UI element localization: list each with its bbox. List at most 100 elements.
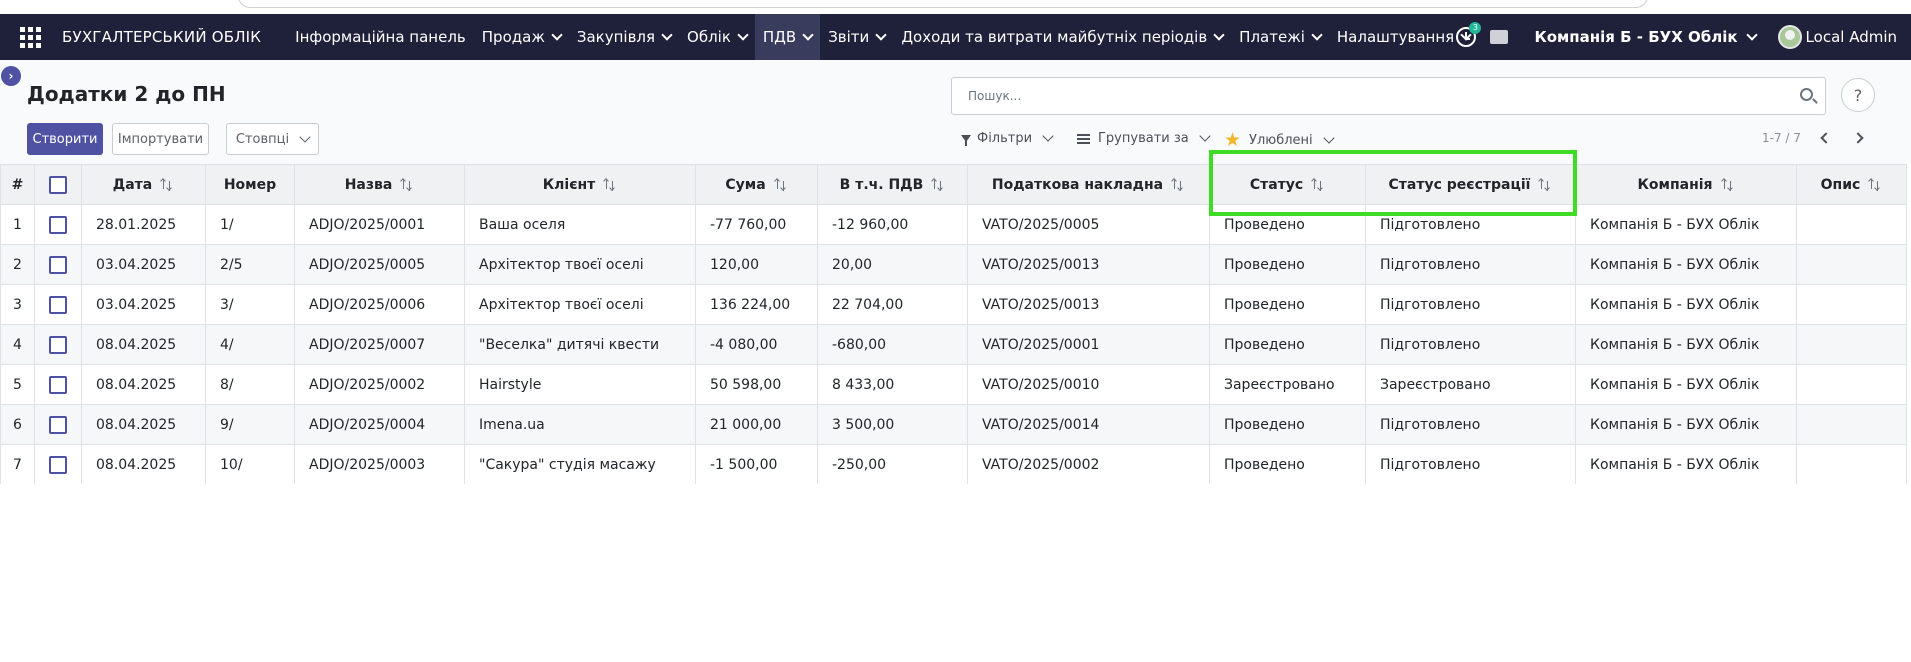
table-cell[interactable]: 28.01.2025 xyxy=(81,204,206,245)
row-checkbox-cell[interactable] xyxy=(34,204,82,245)
column-header[interactable]: Сума xyxy=(695,164,818,205)
table-cell[interactable]: -77 760,00 xyxy=(695,204,818,245)
table-cell[interactable]: 3 500,00 xyxy=(817,404,968,445)
menu-item[interactable]: Продаж xyxy=(474,14,569,60)
table-cell[interactable]: ADJO/2025/0005 xyxy=(294,244,465,285)
table-cell[interactable]: 136 224,00 xyxy=(695,284,818,325)
table-cell[interactable]: Hairstyle xyxy=(464,364,696,405)
row-checkbox-cell[interactable] xyxy=(34,284,82,325)
pager-value[interactable]: 1-7 / 7 xyxy=(1762,131,1801,145)
table-cell[interactable]: 10/ xyxy=(205,444,295,485)
table-row[interactable]: 2 03.04.2025 2/5 ADJO/2025/0005 Архітектор т… xyxy=(0,244,1907,285)
clock-icon[interactable]: 3 xyxy=(1456,22,1482,47)
table-cell[interactable]: Архітектор твоєї оселі xyxy=(464,244,696,285)
table-cell[interactable] xyxy=(1796,204,1907,245)
row-checkbox[interactable] xyxy=(49,215,67,234)
table-cell[interactable]: 9/ xyxy=(205,404,295,445)
table-cell[interactable]: VATO/2025/0002 xyxy=(967,444,1210,485)
row-checkbox-cell[interactable] xyxy=(34,404,82,445)
sort-icon[interactable] xyxy=(160,177,174,191)
help-button[interactable]: ? xyxy=(1841,78,1875,112)
table-cell[interactable]: ADJO/2025/0004 xyxy=(294,404,465,445)
table-cell[interactable]: 6 xyxy=(0,404,35,445)
menu-item[interactable]: Звіти xyxy=(820,14,893,60)
columns-button[interactable]: Стовпці xyxy=(226,123,319,155)
column-header[interactable]: В т.ч. ПДВ xyxy=(817,164,968,205)
row-checkbox-cell[interactable] xyxy=(34,444,82,485)
table-cell[interactable]: -4 080,00 xyxy=(695,324,818,365)
table-cell[interactable]: 1/ xyxy=(205,204,295,245)
table-cell[interactable]: Проведено xyxy=(1209,324,1366,365)
table-cell[interactable]: Підготовлено xyxy=(1365,444,1576,485)
table-cell[interactable]: VATO/2025/0014 xyxy=(967,404,1210,445)
column-header[interactable]: Статус реєстрації xyxy=(1365,164,1576,205)
apps-grid-icon[interactable] xyxy=(0,14,60,60)
table-cell[interactable]: 120,00 xyxy=(695,244,818,285)
table-cell[interactable]: -680,00 xyxy=(817,324,968,365)
table-cell[interactable]: ADJO/2025/0002 xyxy=(294,364,465,405)
table-row[interactable]: 4 08.04.2025 4/ADJO/2025/0007 "Веселка" дит… xyxy=(0,324,1907,365)
chevron-left-icon[interactable] xyxy=(1820,132,1832,144)
table-cell[interactable] xyxy=(1796,444,1907,485)
table-cell[interactable]: VATO/2025/0010 xyxy=(967,364,1210,405)
column-header[interactable]: Податкова накладна xyxy=(967,164,1210,205)
chevron-right-icon[interactable] xyxy=(1852,132,1864,144)
table-cell[interactable]: 4 xyxy=(0,324,35,365)
table-cell[interactable]: Компанія Б - БУХ Облік xyxy=(1575,284,1797,325)
table-cell[interactable]: 2/5 xyxy=(205,244,295,285)
avatar-icon[interactable] xyxy=(1777,25,1802,49)
table-cell[interactable]: Підготовлено xyxy=(1365,244,1576,285)
table-row[interactable]: 6 08.04.2025 9/ADJO/2025/0004 Imena.ua 21 00… xyxy=(0,404,1907,445)
app-brand[interactable]: БУХГАЛТЕРСЬКИЙ ОБЛІК xyxy=(62,28,261,46)
table-cell[interactable]: 3 xyxy=(0,284,35,325)
table-row[interactable]: 1 28.01.2025 1/ADJO/2025/0001 Ваша оселя -77… xyxy=(0,204,1907,245)
table-cell[interactable]: Підготовлено xyxy=(1365,204,1576,245)
row-checkbox[interactable] xyxy=(49,375,67,394)
row-checkbox-cell[interactable] xyxy=(34,324,82,365)
chat-icon[interactable] xyxy=(1490,30,1512,46)
create-button[interactable]: Створити xyxy=(27,123,103,155)
table-cell[interactable]: "Веселка" дитячі квести xyxy=(464,324,696,365)
table-cell[interactable]: 8 433,00 xyxy=(817,364,968,405)
table-cell[interactable] xyxy=(1796,404,1907,445)
table-cell[interactable]: 22 704,00 xyxy=(817,284,968,325)
sort-icon[interactable] xyxy=(1538,177,1552,191)
table-row[interactable]: 3 03.04.2025 3/ADJO/2025/0006 Архітектор тв… xyxy=(0,284,1907,325)
table-cell[interactable]: Компанія Б - БУХ Облік xyxy=(1575,204,1797,245)
column-header[interactable]: Номер xyxy=(205,164,295,205)
table-cell[interactable]: 20,00 xyxy=(817,244,968,285)
column-header[interactable]: Статус xyxy=(1209,164,1366,205)
table-row[interactable]: 5 08.04.2025 8/ADJO/2025/0002 Hairstyle 50 5… xyxy=(0,364,1907,405)
table-cell[interactable]: 5 xyxy=(0,364,35,405)
select-all-checkbox[interactable] xyxy=(34,164,82,205)
column-header[interactable]: Компанія xyxy=(1575,164,1797,205)
row-checkbox-cell[interactable] xyxy=(34,244,82,285)
table-cell[interactable]: Проведено xyxy=(1209,404,1366,445)
search-input[interactable] xyxy=(968,89,1748,103)
table-cell[interactable] xyxy=(1796,324,1907,365)
table-cell[interactable]: 03.04.2025 xyxy=(81,244,206,285)
table-cell[interactable]: ADJO/2025/0003 xyxy=(294,444,465,485)
table-cell[interactable]: -1 500,00 xyxy=(695,444,818,485)
column-header[interactable]: Дата xyxy=(81,164,206,205)
row-checkbox[interactable] xyxy=(49,415,67,434)
table-cell[interactable]: Проведено xyxy=(1209,204,1366,245)
checkbox-icon[interactable] xyxy=(49,175,67,194)
table-cell[interactable]: Підготовлено xyxy=(1365,404,1576,445)
table-cell[interactable]: Компанія Б - БУХ Облік xyxy=(1575,404,1797,445)
table-cell[interactable]: Ваша оселя xyxy=(464,204,696,245)
table-cell[interactable] xyxy=(1796,364,1907,405)
row-checkbox[interactable] xyxy=(49,295,67,314)
table-cell[interactable]: Зареєстровано xyxy=(1209,364,1366,405)
table-cell[interactable]: Компанія Б - БУХ Облік xyxy=(1575,444,1797,485)
sort-icon[interactable] xyxy=(1171,177,1185,191)
table-cell[interactable]: Підготовлено xyxy=(1365,284,1576,325)
column-header[interactable]: Клієнт xyxy=(464,164,696,205)
menu-item[interactable]: Платежі xyxy=(1231,14,1329,60)
menu-item[interactable]: Закупівля xyxy=(569,14,679,60)
sort-icon[interactable] xyxy=(773,177,788,191)
table-cell[interactable]: Imena.ua xyxy=(464,404,696,445)
table-cell[interactable]: 08.04.2025 xyxy=(81,324,206,365)
table-cell[interactable]: 50 598,00 xyxy=(695,364,818,405)
table-cell[interactable]: ADJO/2025/0007 xyxy=(294,324,465,365)
